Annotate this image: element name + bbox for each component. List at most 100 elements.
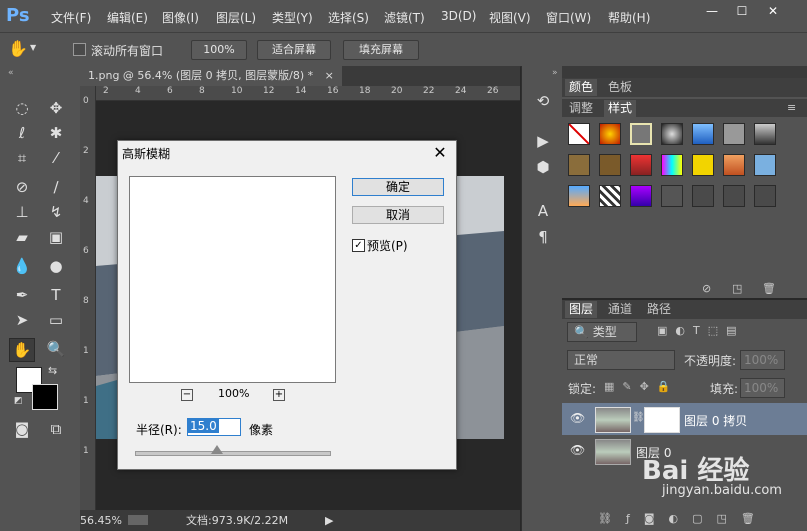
paragraph-panel-icon[interactable]: ¶ <box>531 226 555 248</box>
zoom-in-button[interactable]: + <box>273 389 285 401</box>
layer-actions-icons[interactable]: ⛓ƒ◙◐▢◳🗑 <box>598 512 769 525</box>
pen-tool-icon[interactable]: ✒ <box>10 284 34 306</box>
gradient-tool-icon[interactable]: ▣ <box>44 226 68 248</box>
menu-window[interactable]: 窗口(W) <box>546 9 591 26</box>
crop-tool-icon[interactable]: ⌗ <box>10 147 34 169</box>
zoom-100-button[interactable]: 100% <box>191 40 247 60</box>
fit-screen-button[interactable]: 适合屏幕 <box>257 40 331 60</box>
style-swatch-9[interactable] <box>599 154 621 176</box>
ok-button[interactable]: 确定 <box>352 178 444 196</box>
radius-input[interactable]: 15.0 <box>187 418 241 436</box>
style-swatch-3[interactable] <box>630 123 652 145</box>
default-colors-icon[interactable]: ◩ <box>14 396 23 406</box>
trash-icon[interactable]: 🗑 <box>762 282 776 295</box>
layer-kind-filter[interactable]: 🔍 类型 <box>567 322 637 342</box>
marquee-tool-icon[interactable]: ◌ <box>10 97 34 119</box>
menu-type[interactable]: 类型(Y) <box>272 9 313 26</box>
style-swatch-4[interactable] <box>661 123 683 145</box>
type-tool-icon[interactable]: T <box>44 284 68 306</box>
layer-row[interactable]: 👁 ⛓ 图层 0 拷贝 <box>562 403 807 435</box>
style-swatch-11[interactable] <box>661 154 683 176</box>
menu-3d[interactable]: 3D(D) <box>441 9 476 23</box>
panel-menu-icon[interactable]: ≡ <box>787 101 796 114</box>
actions-panel-icon[interactable]: ▶ <box>531 130 555 152</box>
tab-swatches[interactable]: 色板 <box>604 79 636 96</box>
dock-expand-icon[interactable]: » <box>552 68 558 78</box>
fill-input[interactable]: 100% <box>740 378 785 398</box>
healing-brush-icon[interactable]: ⊘ <box>10 176 34 198</box>
style-swatch-20[interactable] <box>723 185 745 207</box>
close-window-button[interactable]: ✕ <box>764 4 782 18</box>
menu-view[interactable]: 视图(V) <box>489 9 531 26</box>
clone-stamp-icon[interactable]: ⊥ <box>10 201 34 223</box>
dodge-tool-icon[interactable]: ● <box>44 255 68 277</box>
delete-style-icon[interactable]: ⊘ <box>702 282 711 295</box>
move-tool-icon[interactable]: ✥ <box>44 97 68 119</box>
fill-screen-button[interactable]: 填充屏幕 <box>343 40 419 60</box>
style-swatch-21[interactable] <box>754 185 776 207</box>
swap-colors-icon[interactable]: ⇆ <box>48 364 57 377</box>
menu-image[interactable]: 图像(I) <box>162 9 199 26</box>
tool-preset-chevron-icon[interactable]: ▼ <box>30 43 36 52</box>
magic-wand-icon[interactable]: ✱ <box>44 122 68 144</box>
history-brush-icon[interactable]: ↯ <box>44 201 68 223</box>
quick-mask-icon[interactable]: ◙ <box>10 418 34 440</box>
status-menu-arrow-icon[interactable]: ▶ <box>325 510 333 531</box>
preview-checkbox[interactable]: ✓ <box>352 239 365 252</box>
style-swatch-12[interactable] <box>692 154 714 176</box>
zoom-level[interactable]: 56.45% <box>80 510 122 531</box>
radius-slider-track[interactable] <box>135 451 331 456</box>
style-swatch-19[interactable] <box>692 185 714 207</box>
style-swatch-14[interactable] <box>754 154 776 176</box>
menu-help[interactable]: 帮助(H) <box>608 9 650 26</box>
tab-paths[interactable]: 路径 <box>643 301 675 318</box>
tab-adjustments[interactable]: 调整 <box>565 100 597 117</box>
visibility-eye-icon[interactable]: 👁 <box>570 443 585 457</box>
visibility-eye-icon[interactable]: 👁 <box>570 411 585 425</box>
lock-icons[interactable]: ▦✎✥🔒 <box>604 380 679 393</box>
eyedropper-icon[interactable]: ⁄ <box>44 147 68 169</box>
rectangle-tool-icon[interactable]: ▭ <box>44 309 68 331</box>
3d-panel-icon[interactable]: ⬢ <box>531 156 555 178</box>
tab-channels[interactable]: 通道 <box>604 301 636 318</box>
style-swatch-7[interactable] <box>754 123 776 145</box>
path-select-icon[interactable]: ➤ <box>10 309 34 331</box>
layer-mask-thumbnail[interactable] <box>644 407 680 433</box>
style-none-swatch[interactable] <box>568 123 590 145</box>
menu-filter[interactable]: 滤镜(T) <box>384 9 425 26</box>
character-panel-icon[interactable]: A <box>531 200 555 222</box>
lasso-tool-icon[interactable]: ℓ <box>10 122 34 144</box>
brush-tool-icon[interactable]: ∕ <box>44 176 68 198</box>
cancel-button[interactable]: 取消 <box>352 206 444 224</box>
menu-layer[interactable]: 图层(L) <box>216 9 256 26</box>
blur-tool-icon[interactable]: 💧 <box>10 255 34 277</box>
document-tab-close-icon[interactable]: × <box>325 69 334 82</box>
minimize-button[interactable]: — <box>703 4 721 18</box>
history-panel-icon[interactable]: ⟲ <box>531 90 555 112</box>
layer-name[interactable]: 图层 0 拷贝 <box>684 412 747 429</box>
eraser-icon[interactable]: ▰ <box>10 226 34 248</box>
dialog-close-icon[interactable]: ✕ <box>430 143 450 163</box>
menu-edit[interactable]: 编辑(E) <box>107 9 148 26</box>
tab-styles[interactable]: 样式 <box>604 100 637 117</box>
style-swatch-6[interactable] <box>723 123 745 145</box>
document-tab[interactable]: 1.png @ 56.4% (图层 0 拷贝, 图层蒙版/8) * × <box>80 66 342 86</box>
style-swatch-10[interactable] <box>630 154 652 176</box>
maximize-button[interactable]: ☐ <box>733 4 751 18</box>
scroll-all-checkbox[interactable] <box>73 43 86 56</box>
menu-select[interactable]: 选择(S) <box>328 9 369 26</box>
new-style-icon[interactable]: ◳ <box>732 282 742 295</box>
style-swatch-5[interactable] <box>692 123 714 145</box>
collapse-icon[interactable]: « <box>8 68 14 78</box>
blend-mode-select[interactable]: 正常 <box>567 350 675 370</box>
style-swatch-16[interactable] <box>599 185 621 207</box>
blur-preview-area[interactable] <box>129 176 336 383</box>
style-swatch-18[interactable] <box>661 185 683 207</box>
zoom-out-button[interactable]: − <box>181 389 193 401</box>
tab-layers[interactable]: 图层 <box>565 301 598 318</box>
menu-file[interactable]: 文件(F) <box>51 9 91 26</box>
hand-tool-button-icon[interactable]: ✋ <box>9 338 35 362</box>
opacity-input[interactable]: 100% <box>740 350 785 370</box>
style-swatch-8[interactable] <box>568 154 590 176</box>
screen-mode-icon[interactable]: ⧉ <box>44 418 68 440</box>
